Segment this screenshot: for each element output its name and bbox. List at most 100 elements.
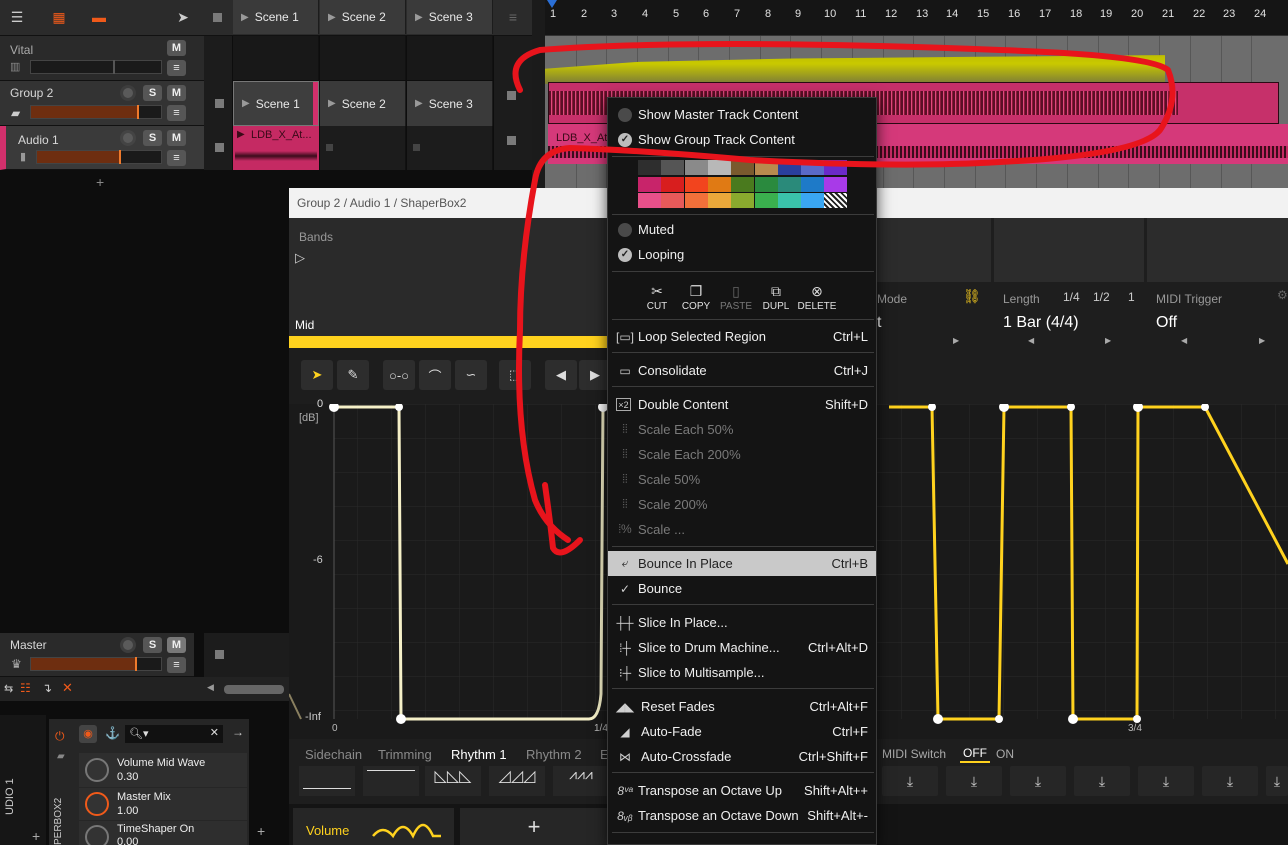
param-row[interactable]: TimeShaper On 0.00 xyxy=(79,821,247,845)
download-icon[interactable]: ⤓ xyxy=(1010,766,1066,796)
empty-clip-slot[interactable] xyxy=(407,36,493,80)
color-swatch[interactable] xyxy=(661,176,685,192)
record-arm-icon[interactable] xyxy=(120,130,136,146)
menu-show-master[interactable]: Show Master Track Content xyxy=(608,102,876,127)
select-region-icon[interactable]: ⬚ xyxy=(499,360,531,390)
color-swatch[interactable] xyxy=(777,160,801,175)
empty-clip-slot[interactable] xyxy=(233,36,319,80)
color-swatch[interactable] xyxy=(707,176,731,192)
color-swatch[interactable] xyxy=(661,160,685,175)
search-input[interactable]: 🔍︎▾ ✕ xyxy=(125,725,223,743)
color-swatch[interactable] xyxy=(801,176,825,192)
folder-icon[interactable]: ▰ xyxy=(57,751,65,762)
length-value[interactable]: 1 Bar (4/4) xyxy=(1003,314,1079,332)
volume-fader[interactable] xyxy=(36,150,162,164)
download-icon[interactable]: ⤓ xyxy=(882,766,938,796)
timeline-ruler[interactable]: 1 2 3 4 5 6 7 8 9 10 11 12 13 14 15 16 1… xyxy=(545,0,1288,36)
preset-flat-icon[interactable] xyxy=(299,766,355,796)
preset-zigzag-icon[interactable]: ⩘⩘⩘ xyxy=(553,766,609,796)
length-option[interactable]: 1/2 xyxy=(1093,290,1110,304)
color-swatch[interactable] xyxy=(824,176,848,192)
empty-clip-slot[interactable] xyxy=(320,36,406,80)
group-scene-3[interactable]: ▶ Scene 3 xyxy=(407,81,493,126)
solo-button[interactable]: S xyxy=(143,85,162,101)
color-swatch[interactable] xyxy=(754,176,778,192)
stop-icon[interactable] xyxy=(215,143,224,152)
add-tab-button[interactable]: + xyxy=(460,808,608,845)
s-curve-tool-icon[interactable]: ∽ xyxy=(455,360,487,390)
preset-saw-icon[interactable]: ◺◺◺ xyxy=(425,766,481,796)
menu-scale-50[interactable]: ⦙⦙ Scale 50% xyxy=(608,467,876,492)
swap-icon[interactable]: ⇆ xyxy=(4,682,13,695)
add-track-icon[interactable]: + xyxy=(96,174,104,190)
mode-value[interactable]: t xyxy=(877,314,881,332)
scene-tab-2[interactable]: ▶ Scene 2 xyxy=(320,0,406,34)
line-tool-icon[interactable]: ○-○ xyxy=(383,360,415,390)
menu-show-group[interactable]: ✓ Show Group Track Content xyxy=(608,127,876,152)
scene-tab-1[interactable]: ▶ Scene 1 xyxy=(233,0,319,34)
menu-transpose-down[interactable]: 8ᵥᵦ Transpose an Octave Down Shift+Alt+- xyxy=(608,803,876,828)
add-icon[interactable]: + xyxy=(257,823,265,839)
record-arm-icon[interactable] xyxy=(120,85,136,101)
track-master[interactable]: Master S M ≡ ♛ xyxy=(0,633,194,677)
volume-fader[interactable] xyxy=(30,60,162,74)
midi-trigger-value[interactable]: Off xyxy=(1156,314,1177,332)
menu-reset-fades[interactable]: ◢◣ Reset Fades Ctrl+Alt+F xyxy=(608,694,876,719)
routing-icon[interactable]: ⚓ xyxy=(105,726,120,740)
paste-button[interactable]: ▯ PASTE xyxy=(716,283,756,312)
tab-trimming[interactable]: Trimming xyxy=(378,747,432,762)
color-swatch[interactable] xyxy=(824,193,848,208)
param-row[interactable]: Volume Mid Wave 0.30 xyxy=(79,753,247,787)
color-swatch[interactable] xyxy=(777,176,801,192)
pointer-tool-icon[interactable]: ➤ xyxy=(168,4,198,30)
track-menu-icon[interactable]: ≡ xyxy=(167,150,186,166)
color-swatch[interactable] xyxy=(661,193,685,208)
arrow-down-icon[interactable]: ↴ xyxy=(42,681,52,695)
color-palette[interactable] xyxy=(638,160,848,210)
preset-ramp-icon[interactable]: ◿◿◿ xyxy=(489,766,545,796)
param-row[interactable]: Master Mix 1.00 xyxy=(79,788,247,820)
download-icon[interactable]: ⤓ xyxy=(1202,766,1258,796)
color-swatch[interactable] xyxy=(638,176,661,192)
menu-transpose-up[interactable]: 8ᵛᵃ Transpose an Octave Up Shift+Alt++ xyxy=(608,778,876,803)
menu-consolidate[interactable]: ▭ Consolidate Ctrl+J xyxy=(608,358,876,383)
mute-button[interactable]: M xyxy=(167,40,186,56)
arrow-right-icon[interactable]: ▶ xyxy=(953,336,959,345)
stop-icon[interactable] xyxy=(507,91,516,100)
arrow-right-icon[interactable]: → xyxy=(232,725,244,739)
color-swatch[interactable] xyxy=(801,160,825,175)
color-swatch[interactable] xyxy=(731,160,755,175)
curve-tool-icon[interactable]: ⌒ xyxy=(419,360,451,390)
stop-all-icon[interactable] xyxy=(213,13,222,22)
menu-loop-selected[interactable]: [▭] Loop Selected Region Ctrl+L xyxy=(608,324,876,349)
knob[interactable] xyxy=(85,825,109,845)
tab-rhythm-1[interactable]: Rhythm 1 xyxy=(451,747,507,762)
menu-muted[interactable]: Muted xyxy=(608,217,876,242)
color-swatch[interactable] xyxy=(707,193,731,208)
color-swatch[interactable] xyxy=(638,193,661,208)
arrow-right-icon[interactable]: ▶ xyxy=(1259,336,1265,345)
mute-button[interactable]: M xyxy=(167,637,186,653)
color-swatch[interactable] xyxy=(684,176,708,192)
arrow-left-icon[interactable]: ◀ xyxy=(1181,336,1187,345)
empty-clip-slot[interactable] xyxy=(320,126,406,170)
bands-panel[interactable]: Bands ▷ Mid xyxy=(289,218,609,336)
vital-clip[interactable] xyxy=(545,55,1165,84)
link-icon[interactable]: ⛓ xyxy=(963,288,981,305)
pointer-tool-icon[interactable]: ➤ xyxy=(301,360,333,390)
volume-fader[interactable] xyxy=(30,657,162,671)
midi-on-button[interactable]: ON xyxy=(996,747,1014,761)
play-outline-icon[interactable]: ▷ xyxy=(295,250,305,266)
cut-button[interactable]: ✂ CUT xyxy=(637,283,677,312)
menu-scale-each-200[interactable]: ⦙⦙ Scale Each 200% xyxy=(608,442,876,467)
mixer-icon[interactable]: ☷ xyxy=(20,681,31,695)
download-icon[interactable]: ⤓ xyxy=(1266,766,1288,796)
copy-button[interactable]: ❐ COPY xyxy=(676,283,716,312)
color-swatch[interactable] xyxy=(731,176,755,192)
folder-icon[interactable]: ▰ xyxy=(11,106,20,120)
knob[interactable] xyxy=(85,758,109,782)
download-icon[interactable]: ⤓ xyxy=(1138,766,1194,796)
close-icon[interactable]: ✕ xyxy=(62,680,73,696)
tab-rhythm-2[interactable]: Rhythm 2 xyxy=(526,747,582,762)
menu-slice-multi[interactable]: ⁝┼ Slice to Multisample... xyxy=(608,660,876,685)
